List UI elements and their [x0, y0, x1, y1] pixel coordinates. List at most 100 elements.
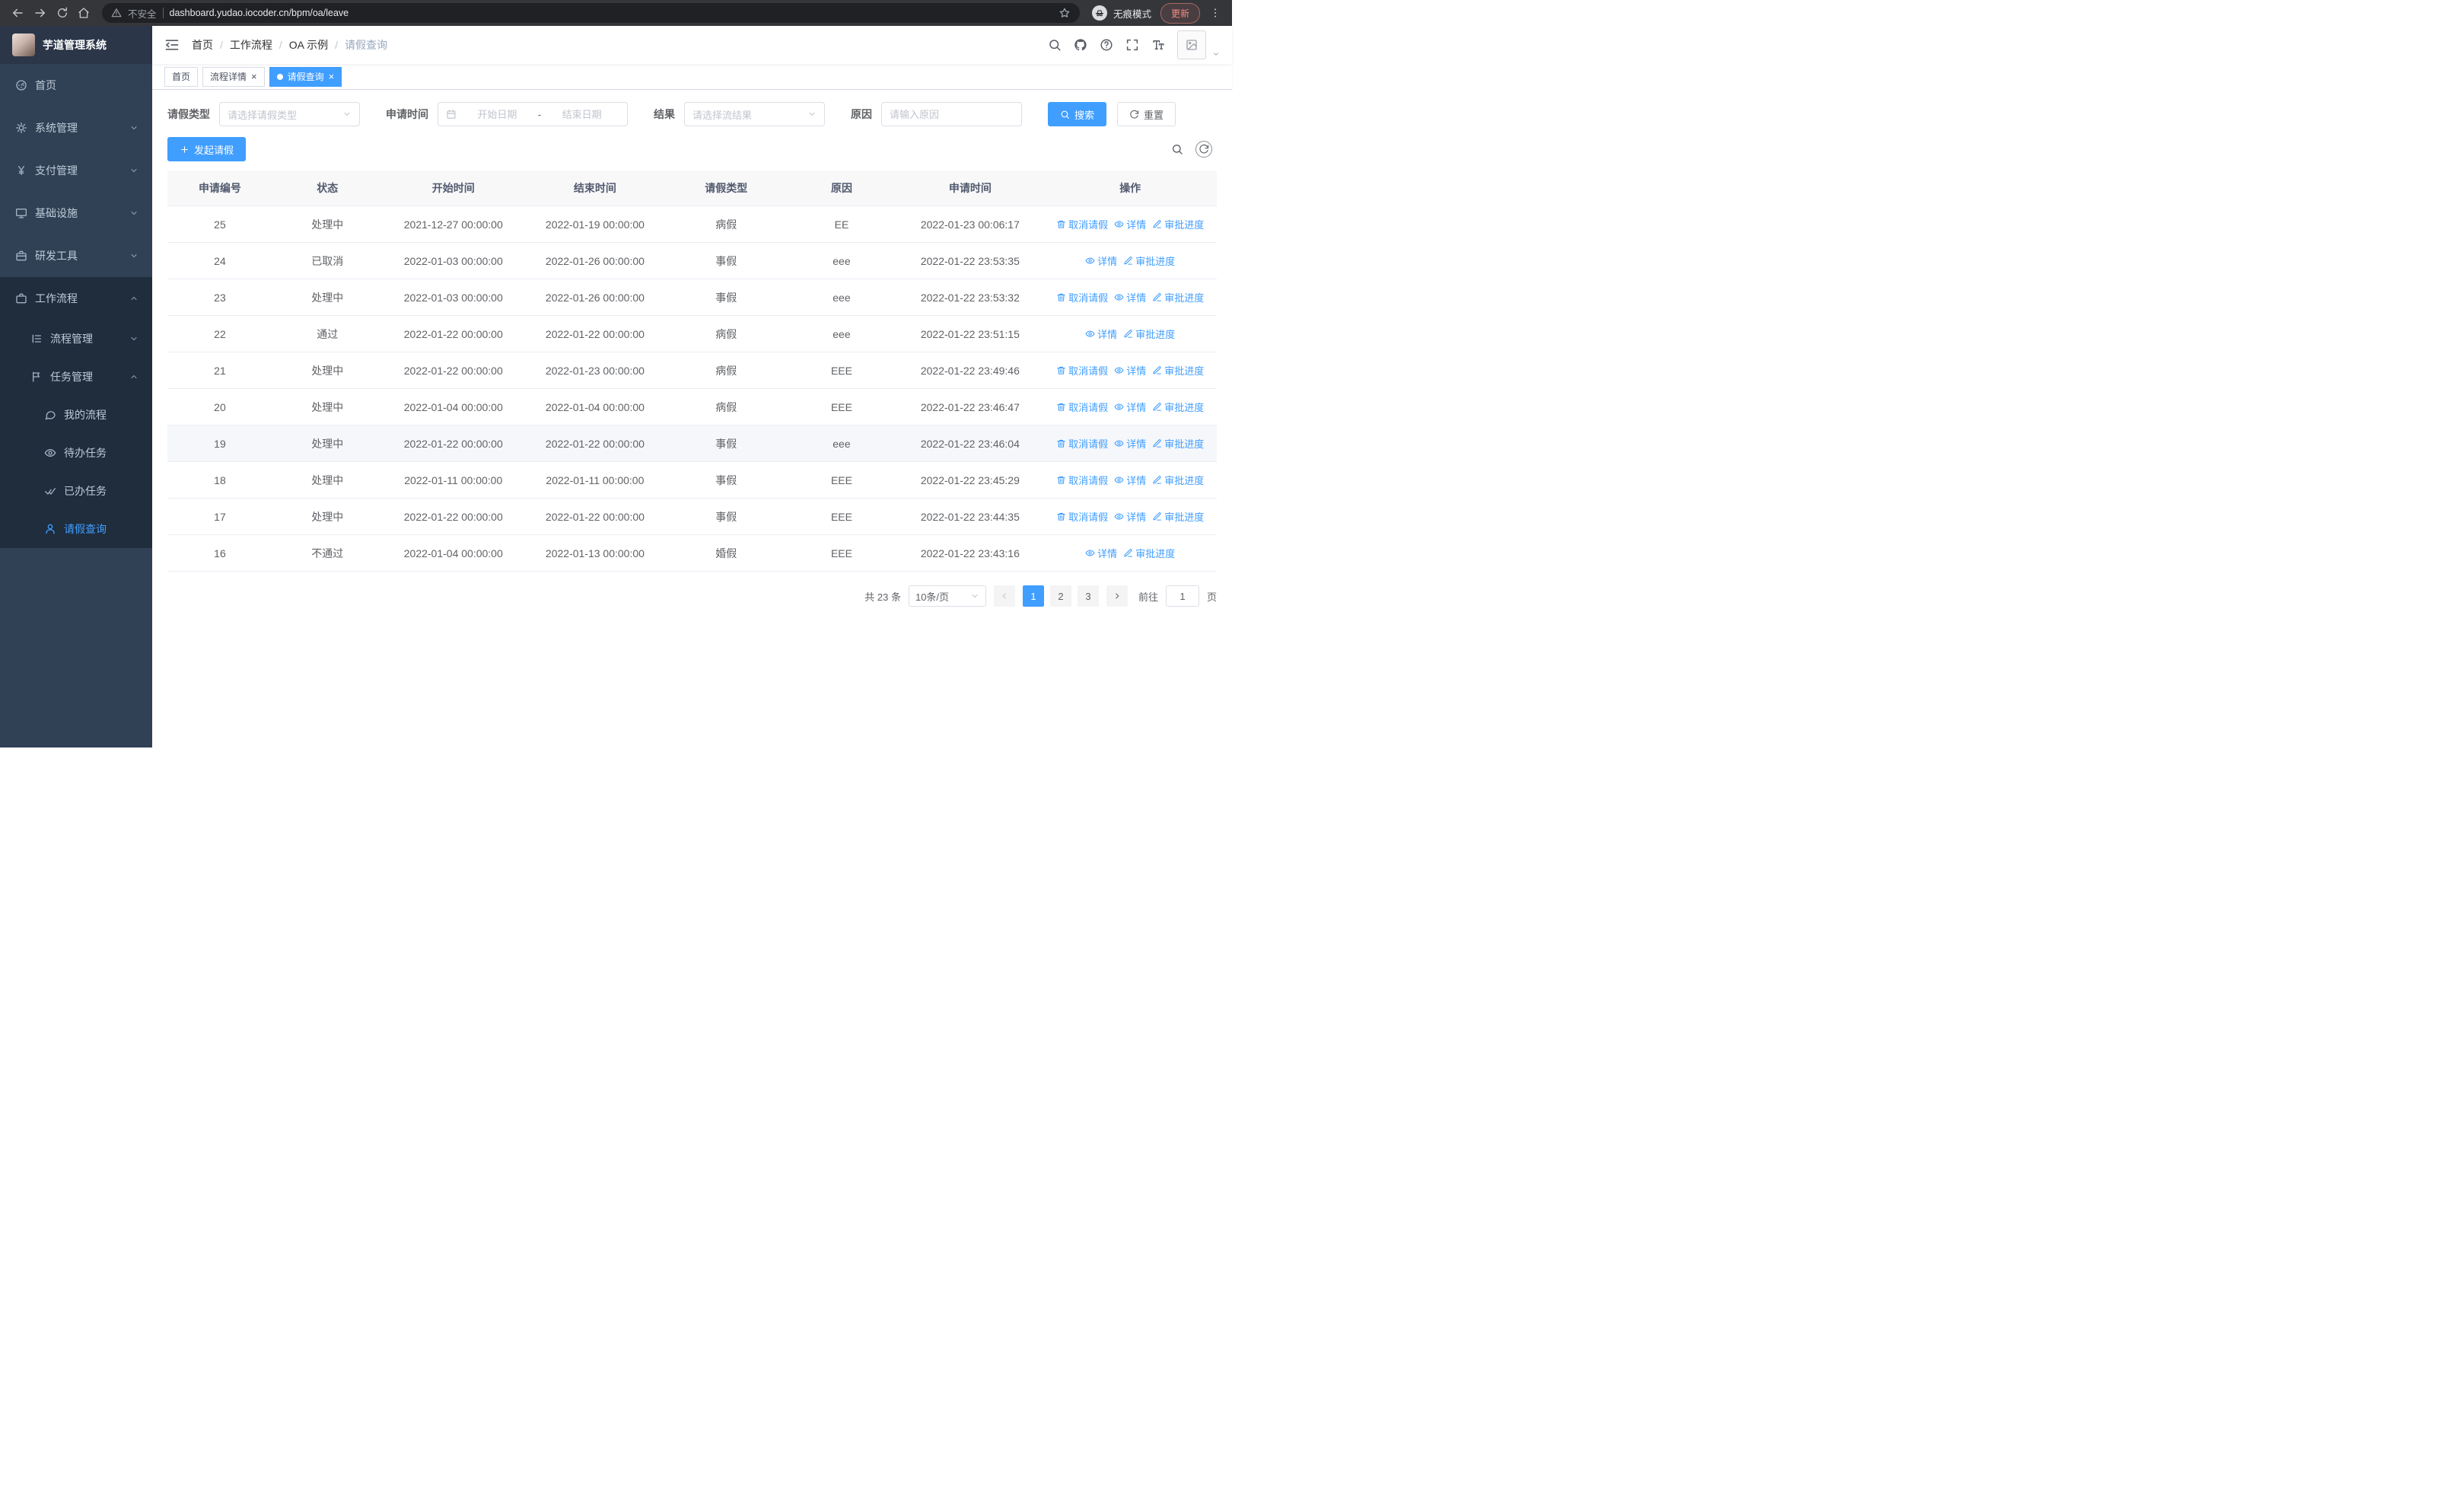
- page-size-select[interactable]: 10条/页: [908, 585, 986, 607]
- cell-applied: 2022-01-22 23:43:16: [896, 534, 1044, 572]
- end-date-input[interactable]: [544, 108, 619, 120]
- action-cancel-link[interactable]: 取消请假: [1056, 400, 1108, 414]
- update-button[interactable]: 更新: [1160, 2, 1200, 24]
- sidebar-item-payment[interactable]: 支付管理: [0, 149, 152, 192]
- breadcrumb-item[interactable]: OA 示例: [289, 37, 328, 53]
- action-detail-link[interactable]: 详情: [1114, 290, 1146, 304]
- url-bar[interactable]: 不安全 dashboard.yudao.iocoder.cn/bpm/oa/le…: [102, 3, 1080, 23]
- browser-home-icon[interactable]: [78, 7, 90, 19]
- action-cancel-link[interactable]: 取消请假: [1056, 473, 1108, 487]
- action-label: 审批进度: [1164, 292, 1205, 304]
- start-date-input[interactable]: [460, 108, 535, 120]
- close-icon[interactable]: ×: [329, 72, 335, 81]
- action-progress-link[interactable]: 审批进度: [1152, 436, 1204, 451]
- table-row: 25 处理中 2021-12-27 00:00:00 2022-01-19 00:00…: [167, 206, 1217, 243]
- hamburger-icon[interactable]: [164, 37, 180, 53]
- apply-time-filter: 申请时间 -: [386, 102, 628, 126]
- action-progress-link[interactable]: 审批进度: [1123, 253, 1175, 268]
- action-detail-link[interactable]: 详情: [1114, 400, 1146, 414]
- leave-type-placeholder: 请选择请假类型: [228, 109, 298, 121]
- table-row: 24 已取消 2022-01-03 00:00:00 2022-01-26 00:00…: [167, 242, 1217, 279]
- help-icon[interactable]: [1100, 38, 1113, 52]
- action-progress-link[interactable]: 审批进度: [1152, 217, 1204, 231]
- prev-page-button[interactable]: [993, 585, 1015, 607]
- breadcrumb-item[interactable]: 首页: [192, 37, 213, 53]
- message-icon: [44, 409, 56, 421]
- action-detail-link[interactable]: 详情: [1114, 473, 1146, 487]
- sidebar-item-todo-tasks[interactable]: 待办任务: [0, 434, 152, 472]
- cell-id: 25: [167, 206, 272, 243]
- cell-end: 2022-01-23 00:00:00: [524, 352, 666, 389]
- leave-type-select[interactable]: 请选择请假类型: [219, 102, 360, 126]
- reset-button[interactable]: 重置: [1117, 102, 1176, 126]
- action-progress-link[interactable]: 审批进度: [1123, 327, 1175, 341]
- result-select[interactable]: 请选择流结果: [684, 102, 825, 126]
- toggle-search-icon[interactable]: [1171, 143, 1183, 155]
- forward-icon[interactable]: [33, 6, 47, 20]
- bookmark-star-icon[interactable]: [1059, 7, 1071, 19]
- sidebar: 芋道管理系统 首页 系统管理 支付管理 基础设施 研发工具 工作流程 流程管理 任务管理 我的流…: [0, 26, 152, 748]
- search-button[interactable]: 搜索: [1048, 102, 1107, 126]
- font-size-icon[interactable]: [1151, 38, 1165, 52]
- action-progress-link[interactable]: 审批进度: [1152, 400, 1204, 414]
- action-cancel-link[interactable]: 取消请假: [1056, 436, 1108, 451]
- action-progress-link[interactable]: 审批进度: [1123, 546, 1175, 560]
- cell-start: 2022-01-04 00:00:00: [382, 534, 524, 572]
- avatar-caret-icon[interactable]: [1212, 50, 1220, 58]
- apply-time-range[interactable]: -: [438, 102, 628, 126]
- logo-image: [12, 33, 35, 56]
- breadcrumb-item[interactable]: 工作流程: [230, 37, 272, 53]
- fullscreen-icon[interactable]: [1125, 38, 1139, 52]
- sidebar-item-home[interactable]: 首页: [0, 64, 152, 107]
- sidebar-item-leave-query[interactable]: 请假查询: [0, 510, 152, 548]
- action-detail-link[interactable]: 详情: [1114, 217, 1146, 231]
- reload-icon[interactable]: [56, 7, 68, 19]
- tab-home[interactable]: 首页: [164, 66, 199, 87]
- cell-type: 病假: [665, 315, 787, 352]
- sidebar-item-system[interactable]: 系统管理: [0, 107, 152, 149]
- next-page-button[interactable]: [1106, 585, 1128, 607]
- action-cancel-link[interactable]: 取消请假: [1056, 363, 1108, 378]
- action-detail-link[interactable]: 详情: [1085, 546, 1117, 560]
- sidebar-item-devtools[interactable]: 研发工具: [0, 234, 152, 277]
- create-leave-button[interactable]: 发起请假: [167, 137, 247, 161]
- action-label: 详情: [1126, 365, 1147, 377]
- tab-leave-query[interactable]: 请假查询 ×: [269, 66, 342, 87]
- tab-process-detail[interactable]: 流程详情 ×: [202, 66, 265, 87]
- cell-reason: EE: [786, 206, 897, 243]
- sidebar-item-my-process[interactable]: 我的流程: [0, 396, 152, 434]
- action-detail-link[interactable]: 详情: [1114, 363, 1146, 378]
- reason-input[interactable]: [881, 102, 1022, 126]
- sidebar-item-process-management[interactable]: 流程管理: [0, 320, 152, 358]
- browser-menu-icon[interactable]: [1209, 7, 1221, 19]
- refresh-table-icon[interactable]: [1195, 141, 1212, 158]
- avatar[interactable]: [1177, 30, 1206, 59]
- action-progress-link[interactable]: 审批进度: [1152, 473, 1204, 487]
- cell-applied: 2022-01-22 23:49:46: [896, 352, 1044, 389]
- action-detail-link[interactable]: 详情: [1114, 436, 1146, 451]
- goto-page-input[interactable]: [1165, 585, 1199, 607]
- action-cancel-link[interactable]: 取消请假: [1056, 290, 1108, 304]
- action-detail-link[interactable]: 详情: [1114, 509, 1146, 524]
- page-button-3[interactable]: 3: [1077, 585, 1099, 607]
- back-icon[interactable]: [11, 6, 24, 20]
- sidebar-item-done-tasks[interactable]: 已办任务: [0, 472, 152, 510]
- action-detail-link[interactable]: 详情: [1085, 327, 1117, 341]
- action-cancel-link[interactable]: 取消请假: [1056, 217, 1108, 231]
- page-button-1[interactable]: 1: [1022, 585, 1044, 607]
- sidebar-item-infrastructure[interactable]: 基础设施: [0, 192, 152, 234]
- action-progress-link[interactable]: 审批进度: [1152, 509, 1204, 524]
- header-search-icon[interactable]: [1048, 38, 1062, 52]
- github-icon[interactable]: [1074, 38, 1087, 52]
- chevron-up-icon: [129, 294, 138, 303]
- page-button-2[interactable]: 2: [1049, 585, 1071, 607]
- action-cancel-link[interactable]: 取消请假: [1056, 509, 1108, 524]
- action-detail-link[interactable]: 详情: [1085, 253, 1117, 268]
- cell-applied: 2022-01-22 23:53:32: [896, 279, 1044, 316]
- close-icon[interactable]: ×: [251, 72, 257, 81]
- action-progress-link[interactable]: 审批进度: [1152, 290, 1204, 304]
- action-progress-link[interactable]: 审批进度: [1152, 363, 1204, 378]
- cell-status: 处理中: [272, 279, 383, 316]
- sidebar-item-workflow[interactable]: 工作流程: [0, 277, 152, 320]
- sidebar-item-task-management[interactable]: 任务管理: [0, 358, 152, 396]
